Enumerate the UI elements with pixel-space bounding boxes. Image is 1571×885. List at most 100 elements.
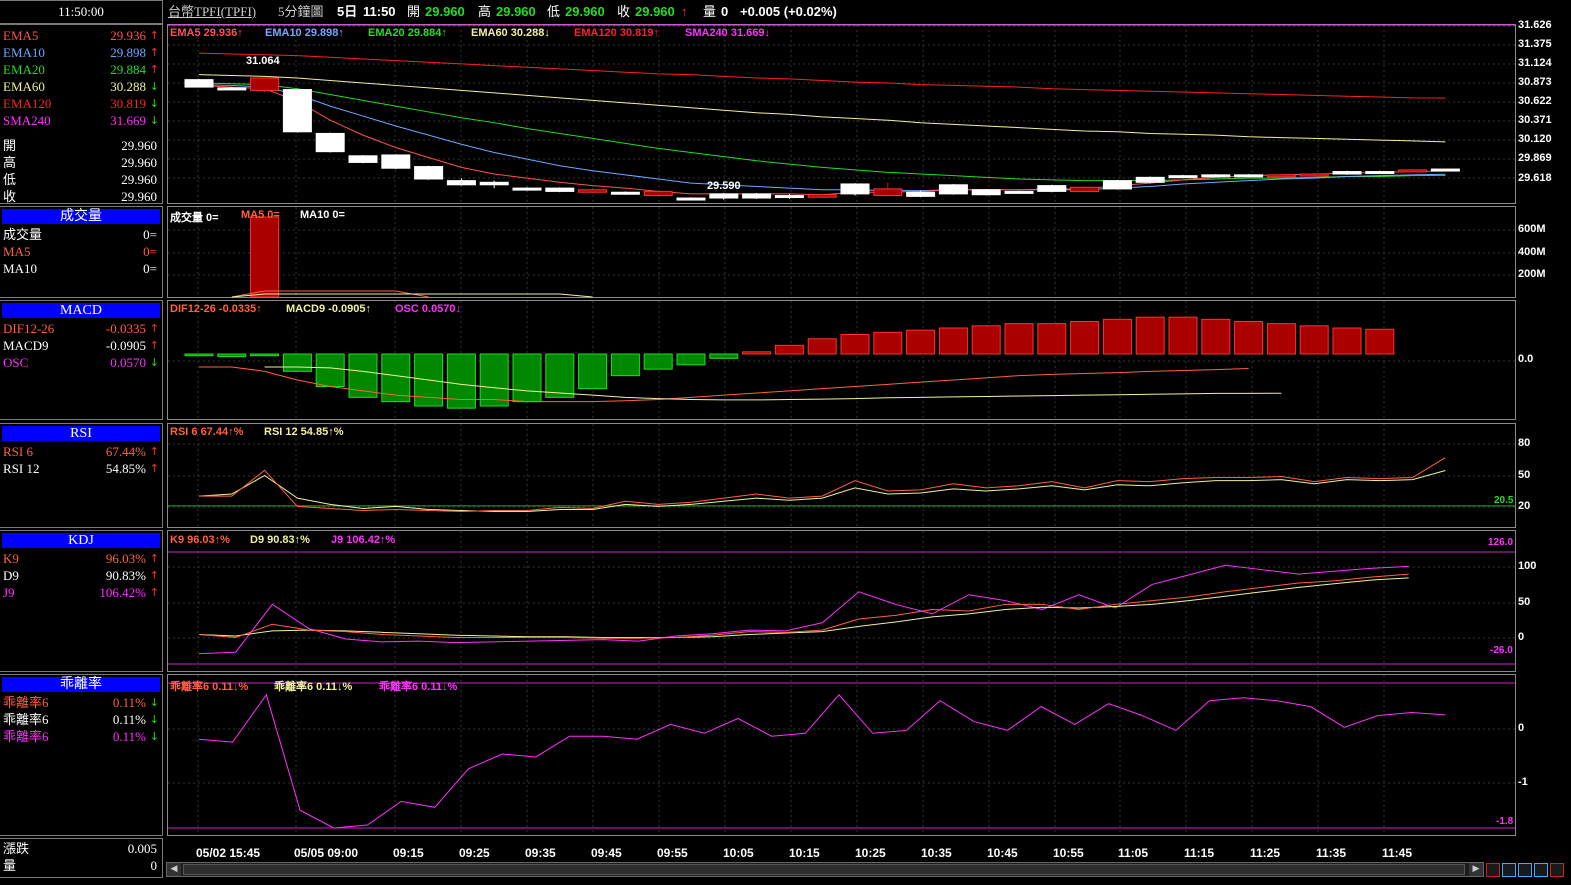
- candle: [1299, 173, 1329, 177]
- osc-bar: [1135, 316, 1165, 355]
- osc-bar: [184, 353, 214, 357]
- candle: [1201, 174, 1231, 178]
- bias-line: [198, 693, 1446, 829]
- d9-line: [198, 577, 1409, 638]
- fit-icon[interactable]: [1518, 863, 1532, 877]
- scale-tick-label: 50: [1518, 596, 1531, 608]
- osc-bar: [1365, 328, 1395, 355]
- scale-tick-label: 30.371: [1518, 114, 1552, 126]
- time-axis-label: 05/05 09:00: [294, 846, 359, 860]
- scale-tick-label: 31.375: [1518, 38, 1552, 50]
- scale-tick-label: 0: [1518, 631, 1525, 643]
- osc-bar: [873, 331, 903, 355]
- time-axis-label: 10:15: [789, 846, 820, 860]
- osc-bar: [381, 353, 411, 403]
- osc-bar: [643, 353, 673, 370]
- osc-bar: [282, 353, 312, 372]
- osc-bar: [774, 344, 804, 355]
- legend-rsi-item: RSI 12 54.85↑%: [264, 426, 344, 438]
- candle: [545, 187, 575, 192]
- scroll-right-button[interactable]: ▶: [1469, 863, 1483, 876]
- legend-price-item: EMA60 30.288↓: [471, 27, 550, 39]
- legend-price-item: EMA10 29.898↑: [265, 27, 344, 39]
- legend-volume-item: MA10 0=: [300, 209, 345, 221]
- scale-tick-label: 30.622: [1518, 95, 1552, 107]
- expand-icon[interactable]: [1534, 863, 1548, 877]
- legend-macd-item: MACD9 -0.0905↑: [286, 303, 371, 315]
- low-annotation: 29.590: [707, 180, 741, 192]
- candle: [282, 89, 312, 133]
- scale-tick-label: 400M: [1518, 246, 1546, 258]
- chart-mode-icon[interactable]: [1550, 863, 1564, 877]
- legend-kdj-item: J9 106.42↑%: [331, 534, 396, 546]
- time-axis-label: 11:45: [1382, 846, 1413, 860]
- osc-bar: [1070, 321, 1100, 355]
- scale-ref-label: 126.0: [1488, 537, 1514, 548]
- candle: [676, 197, 706, 201]
- candle: [1168, 175, 1198, 179]
- legend-price-item: EMA5 29.936↑: [170, 27, 243, 39]
- candle: [1037, 185, 1067, 192]
- volume-bar: [250, 216, 280, 298]
- candle: [1102, 180, 1132, 190]
- candle: [1398, 169, 1428, 173]
- scale-ref-label: -1.8: [1496, 816, 1514, 827]
- scale-ref-label: 20.5: [1494, 495, 1514, 506]
- scale-tick-label: 200M: [1518, 268, 1546, 280]
- candle: [184, 79, 214, 88]
- osc-bar: [446, 353, 476, 409]
- candle: [1365, 171, 1395, 175]
- chart-canvas[interactable]: [0, 0, 1571, 885]
- legend-volume-item: MA5 0=: [241, 209, 280, 221]
- osc-bar: [807, 338, 837, 355]
- ema60-line: [198, 74, 1446, 143]
- time-axis-label: 10:45: [987, 846, 1018, 860]
- j9-line: [198, 564, 1409, 655]
- candle: [1004, 190, 1034, 194]
- legend-price-item: EMA20 29.884↑: [368, 27, 447, 39]
- scale-tick-label: 20: [1518, 500, 1531, 512]
- candle: [414, 166, 444, 180]
- scale-tick-label: 0: [1518, 722, 1525, 734]
- osc-bar: [512, 353, 542, 403]
- osc-bar: [479, 353, 509, 407]
- osc-bar: [676, 353, 706, 366]
- time-axis-label: 10:25: [855, 846, 886, 860]
- candle: [938, 184, 968, 195]
- candle: [840, 183, 870, 195]
- time-axis-label: 10:05: [723, 846, 754, 860]
- osc-bar: [1004, 323, 1034, 355]
- osc-bar: [1102, 318, 1132, 355]
- candle: [1070, 186, 1100, 192]
- scale-tick-label: -1: [1518, 776, 1528, 788]
- k9-line: [198, 573, 1409, 639]
- candle: [610, 191, 640, 195]
- zoom-in-icon[interactable]: [1502, 863, 1516, 877]
- osc-bar: [578, 353, 608, 390]
- scale-tick-label: 31.626: [1518, 19, 1552, 31]
- candle: [1266, 174, 1296, 178]
- time-axis-label: 09:45: [591, 846, 622, 860]
- candle: [709, 193, 739, 199]
- scale-tick-label: 0.0: [1518, 353, 1534, 365]
- scale-tick-label: 29.618: [1518, 172, 1552, 184]
- scroll-left-button[interactable]: ◀: [167, 863, 181, 876]
- candle: [807, 194, 837, 198]
- legend-macd-item: DIF12-26 -0.0335↑: [170, 303, 262, 315]
- osc-bar: [1266, 323, 1296, 355]
- legend-bias-item: 乖離率6 0.11↓%: [379, 681, 458, 693]
- osc-bar: [1037, 323, 1067, 355]
- horizontal-scrollbar[interactable]: ◀ ▶: [166, 862, 1484, 877]
- time-axis-label: 10:35: [921, 846, 952, 860]
- osc-bar: [709, 353, 739, 359]
- candle: [643, 190, 673, 197]
- time-axis-label: 09:35: [525, 846, 556, 860]
- scroll-thumb[interactable]: [183, 864, 1465, 875]
- zoom-out-icon[interactable]: [1486, 863, 1500, 877]
- osc-bar: [1332, 327, 1362, 355]
- legend-macd-item: OSC 0.0570↓: [395, 303, 462, 315]
- candle: [512, 187, 542, 191]
- legend-price-item: EMA120 30.819↑: [574, 27, 659, 39]
- osc-bar: [545, 353, 575, 398]
- osc-bar: [840, 334, 870, 355]
